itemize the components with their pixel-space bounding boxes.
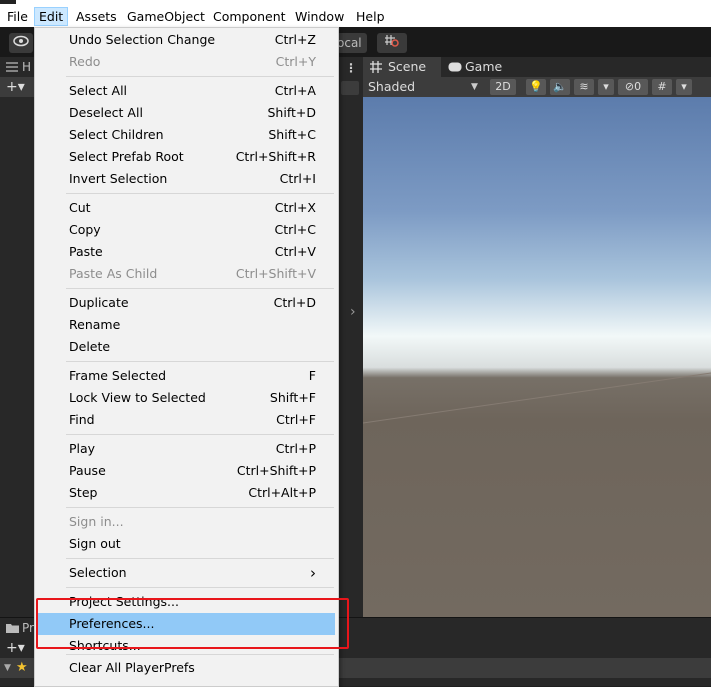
menu-window[interactable]: Window (291, 8, 348, 25)
chevron-down-icon[interactable]: ▼ (471, 77, 478, 97)
menu-item-find[interactable]: Find Ctrl+F (36, 409, 335, 431)
more-icon[interactable]: ⋮ (345, 61, 357, 75)
separator (66, 507, 334, 508)
menu-item-pause[interactable]: Pause Ctrl+Shift+P (36, 460, 335, 482)
shading-mode-dropdown[interactable]: Shaded (368, 78, 415, 96)
menu-help[interactable]: Help (352, 8, 389, 25)
pivot-local-toggle[interactable]: ocal (337, 33, 367, 53)
separator (66, 76, 334, 77)
menu-item-sign-in[interactable]: Sign in... (36, 511, 335, 533)
menu-bar: File Edit Assets GameObject Component Wi… (0, 5, 711, 27)
eye-slash-icon: ⊘ (624, 80, 635, 93)
mode-2d-toggle[interactable]: 2D (490, 79, 516, 95)
grid-icon (370, 61, 382, 73)
menu-item-deselect-all[interactable]: Deselect All Shift+D (36, 102, 335, 124)
menu-item-select-all[interactable]: Select All Ctrl+A (36, 80, 335, 102)
menu-item-delete[interactable]: Delete (36, 336, 335, 358)
edit-menu-dropdown: Undo Selection Change Ctrl+Z Redo Ctrl+Y S… (34, 27, 339, 687)
menu-item-duplicate[interactable]: Duplicate Ctrl+D (36, 292, 335, 314)
separator (66, 558, 334, 559)
menu-item-clear-playerprefs[interactable]: Clear All PlayerPrefs (36, 657, 335, 679)
chevron-right-icon[interactable]: › (350, 304, 356, 320)
menu-item-cut[interactable]: Cut Ctrl+X (36, 197, 335, 219)
scene-viewport[interactable] (363, 97, 711, 617)
menu-item-lock-view[interactable]: Lock View to Selected Shift+F (36, 387, 335, 409)
gizmos-dropdown-icon[interactable]: ▾ (676, 79, 692, 95)
menu-item-invert-selection[interactable]: Invert Selection Ctrl+I (36, 168, 335, 190)
list-icon (6, 62, 18, 72)
effects-icon[interactable]: ≋ (574, 79, 594, 95)
menu-item-copy[interactable]: Copy Ctrl+C (36, 219, 335, 241)
menu-item-frame-selected[interactable]: Frame Selected F (36, 365, 335, 387)
submenu-arrow-icon: › (310, 564, 316, 582)
add-dropdown-button[interactable]: +▾ (6, 77, 25, 97)
hidden-count: 0 (634, 80, 642, 93)
menu-item-play[interactable]: Play Ctrl+P (36, 438, 335, 460)
search-field-stub[interactable] (341, 81, 359, 95)
hierarchy-toolbar: +▾ (0, 77, 34, 97)
tab-game[interactable]: Game (445, 57, 505, 77)
menu-item-select-prefab-root[interactable]: Select Prefab Root Ctrl+Shift+R (36, 146, 335, 168)
menu-item-paste[interactable]: Paste Ctrl+V (36, 241, 335, 263)
gamepad-icon (448, 62, 462, 72)
hierarchy-panel: H +▾ (0, 57, 34, 617)
lighting-icon[interactable]: 💡 (526, 79, 546, 95)
eye-icon[interactable] (9, 33, 33, 53)
folder-icon (6, 624, 19, 633)
menu-edit[interactable]: Edit (34, 7, 69, 26)
local-label: ocal (337, 36, 362, 50)
separator (66, 361, 334, 362)
menu-item-step[interactable]: Step Ctrl+Alt+P (36, 482, 335, 504)
tab-scene-label: Scene (388, 59, 427, 74)
audio-icon[interactable]: 🔈 (550, 79, 570, 95)
hierarchy-tab[interactable]: H (0, 57, 34, 78)
menu-component[interactable]: Component (209, 8, 290, 25)
menu-item-redo[interactable]: Redo Ctrl+Y (36, 51, 335, 73)
menu-item-paste-as-child[interactable]: Paste As Child Ctrl+Shift+V (36, 263, 335, 285)
separator (66, 587, 334, 588)
menu-item-selection[interactable]: Selection › (36, 562, 335, 584)
scene-tab-bar: Scene Game (363, 57, 711, 77)
separator (66, 654, 334, 655)
project-add-button[interactable]: +▾ (6, 638, 25, 658)
snap-icon[interactable] (377, 33, 407, 53)
menu-assets[interactable]: Assets (72, 8, 121, 25)
menu-item-select-children[interactable]: Select Children Shift+C (36, 124, 335, 146)
inspector-strip: ⋮ › (337, 57, 363, 617)
tab-scene[interactable]: Scene (363, 57, 441, 77)
hidden-objects-toggle[interactable]: ⊘0 (618, 79, 648, 95)
gizmos-icon[interactable]: # (652, 79, 672, 95)
separator (66, 434, 334, 435)
scene-toolbar: Shaded ▼ 2D 💡 🔈 ≋ ▾ ⊘0 # ▾ (363, 77, 711, 97)
menu-item-sign-out[interactable]: Sign out (36, 533, 335, 555)
annotation-highlight-box (36, 598, 349, 649)
expand-arrow-icon[interactable]: ▼ (4, 658, 11, 678)
hierarchy-title: H (22, 60, 32, 74)
project-tab[interactable]: Pr (0, 618, 34, 638)
separator (66, 193, 334, 194)
star-icon: ★ (16, 660, 28, 675)
menu-gameobject[interactable]: GameObject (123, 8, 209, 25)
menu-item-rename[interactable]: Rename (36, 314, 335, 336)
ground-grid (363, 372, 711, 424)
app-icon (0, 0, 16, 4)
menu-item-undo[interactable]: Undo Selection Change Ctrl+Z (36, 29, 335, 51)
project-title: Pr (22, 621, 34, 635)
effects-dropdown-icon[interactable]: ▾ (598, 79, 614, 95)
separator (66, 288, 334, 289)
menu-file[interactable]: File (3, 8, 32, 25)
tab-game-label: Game (465, 59, 503, 74)
